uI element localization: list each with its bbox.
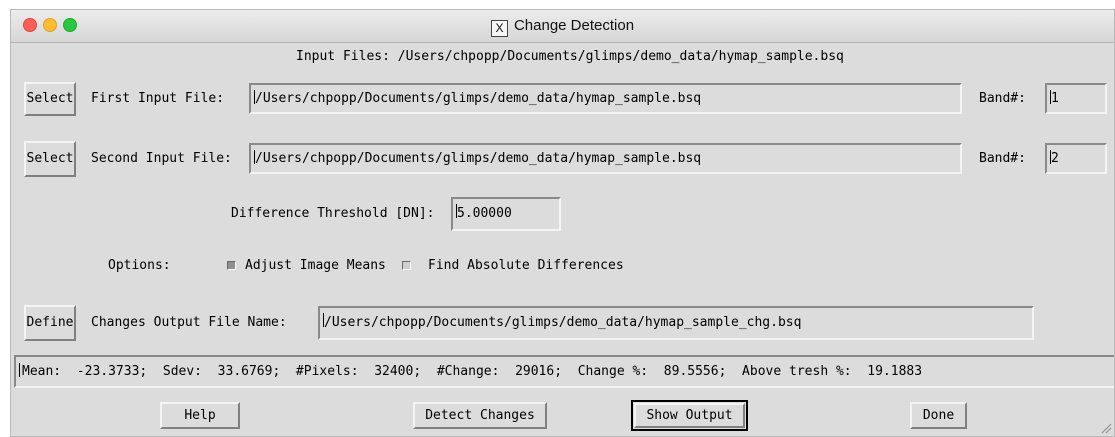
first-input-label: First Input File: bbox=[91, 91, 225, 106]
window-title: Change Detection bbox=[513, 17, 635, 34]
first-band-field[interactable]: 1 bbox=[1045, 83, 1107, 114]
done-button[interactable]: Done bbox=[910, 402, 967, 429]
define-output-button[interactable]: Define bbox=[24, 305, 76, 341]
statistics-status-field: Mean: -23.3733; Sdev: 33.6769; #Pixels: … bbox=[14, 355, 1114, 388]
show-output-button[interactable]: Show Output bbox=[634, 403, 745, 428]
adjust-image-means-checkbox[interactable] bbox=[227, 261, 236, 270]
resize-grip-icon[interactable] bbox=[1100, 422, 1112, 434]
second-band-label: Band#: bbox=[979, 151, 1026, 166]
threshold-field[interactable]: 5.00000 bbox=[451, 197, 561, 231]
change-detection-window: X Change Detection Input Files: /Users/ch… bbox=[10, 9, 1115, 437]
find-absolute-differences-label: Find Absolute Differences bbox=[428, 258, 624, 273]
options-label: Options: bbox=[108, 258, 171, 273]
x11-icon: X bbox=[490, 20, 508, 37]
find-absolute-differences-checkbox[interactable] bbox=[402, 261, 411, 270]
threshold-label: Difference Threshold [DN]: bbox=[231, 206, 435, 221]
window-title-wrap: X Change Detection bbox=[11, 17, 1114, 37]
output-file-field[interactable]: /Users/chpopp/Documents/glimps/demo_data… bbox=[318, 306, 1034, 340]
first-input-file-field[interactable]: /Users/chpopp/Documents/glimps/demo_data… bbox=[249, 83, 962, 114]
help-button[interactable]: Help bbox=[160, 402, 240, 429]
output-file-label: Changes Output File Name: bbox=[91, 315, 287, 330]
select-first-input-button[interactable]: Select bbox=[24, 82, 76, 116]
title-bar: X Change Detection bbox=[11, 10, 1114, 43]
adjust-image-means-label: Adjust Image Means bbox=[245, 258, 386, 273]
second-band-field[interactable]: 2 bbox=[1045, 143, 1107, 174]
detect-changes-button[interactable]: Detect Changes bbox=[413, 402, 547, 429]
select-second-input-button[interactable]: Select bbox=[24, 141, 76, 177]
second-input-file-field[interactable]: /Users/chpopp/Documents/glimps/demo_data… bbox=[249, 143, 962, 174]
first-band-label: Band#: bbox=[979, 91, 1026, 106]
second-input-label: Second Input File: bbox=[91, 151, 232, 166]
input-files-header: Input Files: /Users/chpopp/Documents/gli… bbox=[296, 49, 844, 64]
